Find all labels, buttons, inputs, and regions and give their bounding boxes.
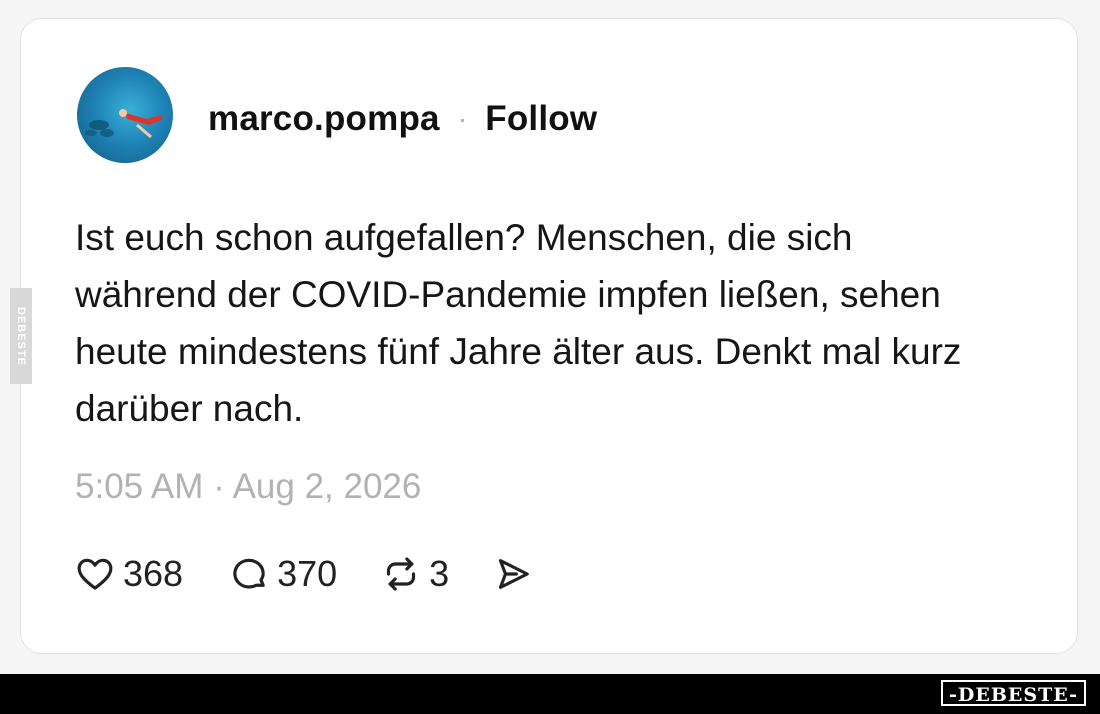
comment-bubble-icon <box>233 558 265 589</box>
avatar[interactable] <box>77 67 173 163</box>
username[interactable]: marco.pompa <box>208 99 440 139</box>
share-button[interactable] <box>493 554 533 594</box>
repost-icon <box>387 557 416 591</box>
comment-button[interactable]: 370 <box>229 553 337 595</box>
post-actions: 368 370 3 <box>75 553 533 595</box>
like-count: 368 <box>123 553 184 594</box>
repost-button[interactable]: 3 <box>381 553 449 595</box>
bottom-watermark: -DEBESTE- <box>941 680 1086 706</box>
follow-button[interactable]: Follow <box>485 99 597 139</box>
avatar-image <box>85 109 163 139</box>
heart-icon <box>77 558 113 590</box>
post-card: marco.pompa · Follow Ist euch schon aufg… <box>20 18 1078 654</box>
post-header: marco.pompa · Follow <box>208 99 597 139</box>
bottom-bar: -DEBESTE- <box>0 674 1100 714</box>
repost-count: 3 <box>429 553 450 594</box>
like-button[interactable]: 368 <box>75 553 183 595</box>
post-text: Ist euch schon aufgefallen? Menschen, di… <box>75 217 962 429</box>
post-timestamp: 5:05 AM · Aug 2, 2026 <box>75 467 422 506</box>
header-separator: · <box>457 103 468 134</box>
side-watermark: DEBESTE <box>10 288 32 384</box>
comment-count: 370 <box>277 553 338 594</box>
send-icon <box>499 559 529 589</box>
